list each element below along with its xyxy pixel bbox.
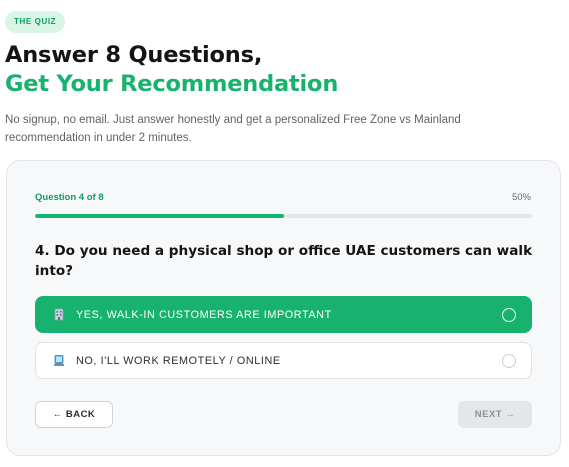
laptop-icon xyxy=(52,354,65,367)
option-walk-in-customers[interactable]: Yes, walk-in customers are important xyxy=(35,296,532,333)
building-icon xyxy=(52,308,65,321)
option-label: No, I'll work remotely / online xyxy=(76,354,281,367)
quiz-badge: THE QUIZ xyxy=(5,11,66,33)
progress-bar xyxy=(35,214,532,218)
intro-text: No signup, no email. Just answer honestl… xyxy=(5,114,461,144)
question-text: 4. Do you need a physical shop or office… xyxy=(35,243,533,279)
back-button[interactable]: ← BACK xyxy=(35,401,113,428)
option-work-remotely[interactable]: No, I'll work remotely / online xyxy=(35,342,532,379)
page-title: Answer 8 Questions, Get Your Recommendat… xyxy=(5,41,338,99)
next-button[interactable]: NEXT → xyxy=(458,401,532,428)
title-line-2: Get Your Recommendation xyxy=(5,71,339,97)
quiz-card: Question 4 of 8 50% 4. Do you need a phy… xyxy=(6,160,561,456)
title-line-1: Answer 8 Questions, xyxy=(5,42,263,68)
radio-indicator xyxy=(502,307,516,322)
progress-bar-fill xyxy=(35,214,284,218)
progress-percent: 50% xyxy=(511,192,531,203)
option-label: Yes, walk-in customers are important xyxy=(76,308,332,321)
radio-indicator xyxy=(502,353,516,368)
question-counter: Question 4 of 8 xyxy=(35,192,104,203)
